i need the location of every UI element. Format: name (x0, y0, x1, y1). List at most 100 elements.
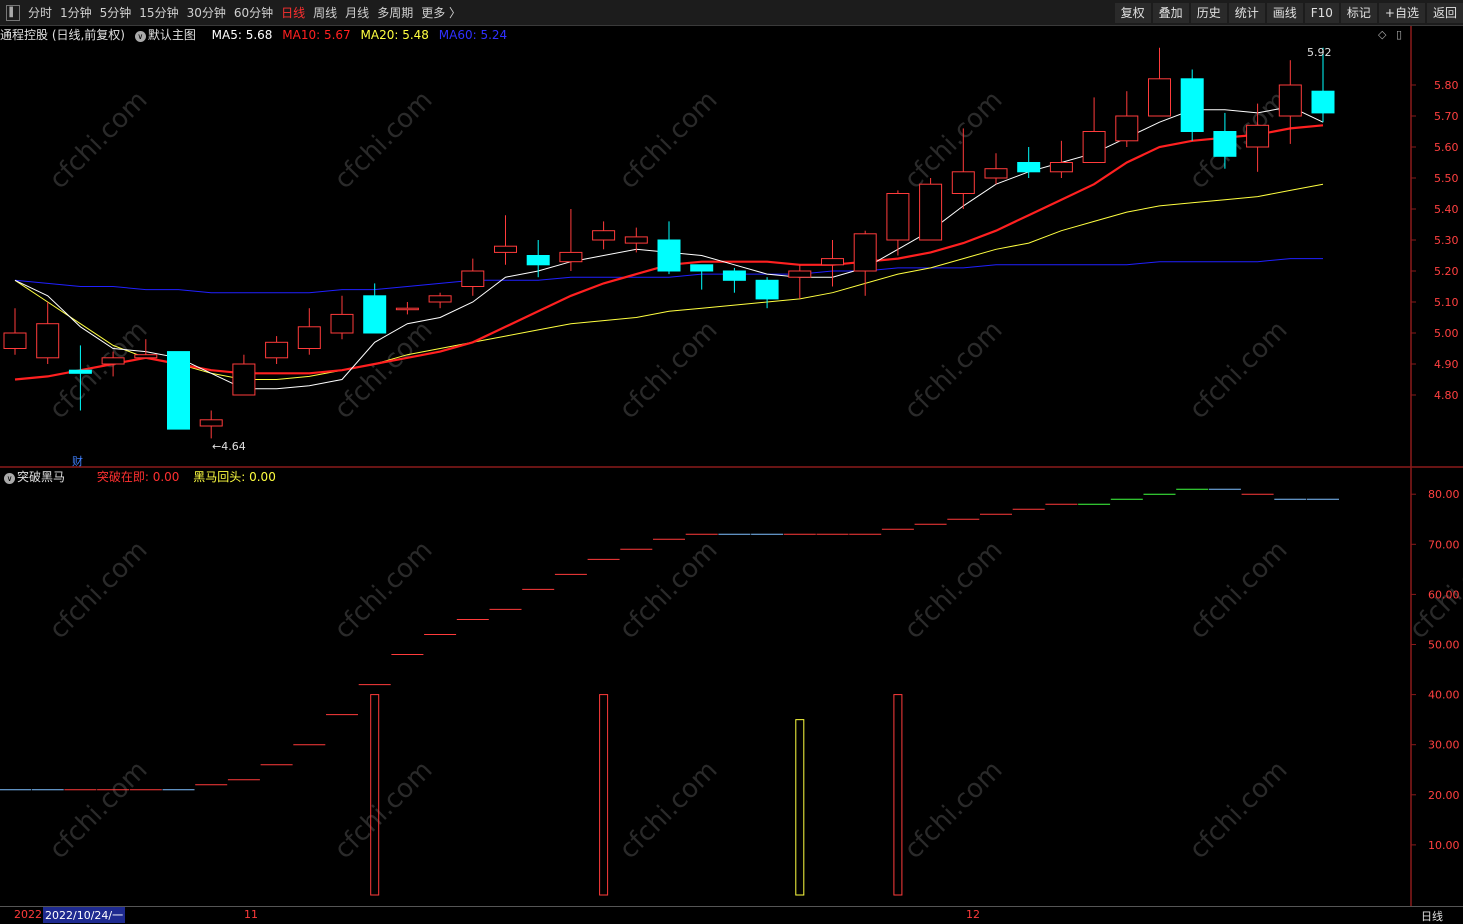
period-tabs: 分时 1分钟 5分钟 15分钟 30分钟 60分钟 日线 周线 月线 多周期 更多 〉 (24, 4, 465, 21)
candle-down (68, 369, 92, 374)
candle-up (330, 313, 354, 334)
window-icon[interactable]: ▯ (1396, 28, 1402, 41)
candle-down (363, 295, 387, 334)
watermark-text: cfchi.com (899, 755, 1009, 865)
watermark-text: cfchi.com (44, 755, 154, 865)
candle-up (232, 363, 256, 396)
period-tab-8[interactable]: 月线 (341, 4, 373, 21)
sub-indicator (0, 488, 1339, 896)
sub-tick-label: 30.00 (1428, 739, 1460, 752)
candle-down (657, 239, 681, 272)
candle-up (428, 295, 452, 303)
watermark-text: cfchi.com (899, 535, 1009, 645)
price-tick-label: 5.50 (1434, 172, 1459, 185)
dark-horse-value: 黑马回头: 0.00 (193, 470, 276, 484)
candle-up (984, 168, 1008, 179)
candle-up (199, 419, 223, 427)
watermark-text: cfchi.com (614, 85, 724, 195)
toolbar-button-8[interactable]: 返回 (1426, 3, 1463, 23)
candle-down (1311, 90, 1335, 114)
watermark-text: cfchi.com (329, 85, 439, 195)
watermark-text: cfchi.com (44, 535, 154, 645)
sub-indicator-select[interactable]: ∨ 突破黑马 (0, 470, 79, 484)
price-tick-label: 5.40 (1434, 203, 1459, 216)
period-tab-9[interactable]: 多周期 (373, 4, 417, 21)
candle-up (1115, 115, 1139, 142)
candle-up (1082, 131, 1106, 163)
candle-up (36, 323, 60, 359)
watermark-text: cfchi.com (44, 85, 154, 195)
candle-up (3, 332, 27, 349)
toolbar-button-3[interactable]: 统计 (1228, 3, 1265, 23)
watermark-text: cfchi.com (899, 85, 1009, 195)
period-toolbar: ▌ 分时 1分钟 5分钟 15分钟 30分钟 60分钟 日线 周线 月线 多周期 更多 〉 复权 叠加… (0, 0, 1463, 26)
toolbar-button-5[interactable]: F10 (1304, 3, 1339, 23)
ma5-value: MA5: 5.68 (211, 28, 273, 42)
price-tick-label: 5.60 (1434, 141, 1459, 154)
candle-up (592, 230, 616, 241)
grid-layer (0, 26, 1463, 906)
period-tab-7[interactable]: 周线 (309, 4, 341, 21)
candle-up (624, 236, 648, 244)
period-tab-3[interactable]: 15分钟 (135, 4, 182, 21)
candle-up (821, 258, 844, 266)
price-tick-label: 5.00 (1434, 327, 1459, 340)
stock-title[interactable]: 通程控股 (日线,前复权) (0, 28, 125, 42)
collapse-icon[interactable]: ▌ (6, 4, 20, 21)
price-tick-label: 5.80 (1434, 79, 1459, 92)
period-tab-6[interactable]: 日线 (277, 4, 309, 21)
watermark-text: cfchi.com (1404, 535, 1463, 645)
candle-down (526, 255, 550, 266)
ma10-line (14, 124, 1324, 381)
watermark-text: cfchi.com (1184, 535, 1294, 645)
candle-up (886, 193, 910, 241)
financial-report-marker[interactable]: 财 (72, 453, 83, 469)
watermark-text: cfchi.com (329, 755, 439, 865)
period-tab-10[interactable]: 更多 〉 (417, 4, 465, 21)
watermark-text: cfchi.com (329, 535, 439, 645)
candle-down (1180, 78, 1204, 133)
watermark-text: cfchi.com (614, 755, 724, 865)
period-tab-0[interactable]: 分时 (24, 4, 56, 21)
ma60-line (14, 258, 1323, 294)
toolbar-button-1[interactable]: 叠加 (1152, 3, 1189, 23)
ma60-value: MA60: 5.24 (438, 28, 508, 42)
toolbar-button-6[interactable]: 标记 (1340, 3, 1377, 23)
period-tab-2[interactable]: 5分钟 (96, 4, 136, 21)
sub-tick-label: 40.00 (1428, 689, 1460, 702)
toolbar-button-2[interactable]: 历史 (1190, 3, 1227, 23)
diamond-icon[interactable]: ◇ (1378, 28, 1386, 41)
candle-up (494, 245, 517, 253)
candle-up (1246, 124, 1270, 148)
candle-down (722, 270, 746, 281)
candle-down (1017, 162, 1041, 173)
kline-chart[interactable]: cfchi.com cfchi.com cfchi.com cfchi.com cfch… (0, 0, 1463, 922)
template-label: 默认主图 (147, 28, 196, 42)
toolbar-button-0[interactable]: 复权 (1114, 3, 1151, 23)
candle-up (395, 307, 419, 311)
watermark-text: cfchi.com (899, 315, 1009, 425)
toolbar-button-7[interactable]: +自选 (1378, 3, 1425, 23)
sub-tick-label: 20.00 (1428, 789, 1460, 802)
candle-up (788, 270, 812, 278)
price-tick-label: 5.70 (1434, 110, 1459, 123)
candle-up (297, 326, 321, 349)
watermark-text: cfchi.com (44, 315, 154, 425)
sub-tick-label: 70.00 (1428, 538, 1460, 551)
date-cursor: 2022/10/24/一 (43, 907, 126, 923)
period-tab-4[interactable]: 30分钟 (183, 4, 230, 21)
period-tab-5[interactable]: 60分钟 (230, 4, 277, 21)
period-tab-1[interactable]: 1分钟 (56, 4, 96, 21)
price-tick-label: 4.90 (1434, 358, 1459, 371)
chevron-down-icon: ∨ (4, 473, 15, 484)
breakthrough-bar (599, 694, 609, 896)
candle-down (167, 351, 190, 430)
toolbar-button-4[interactable]: 画线 (1266, 3, 1303, 23)
high-price-label: 5.92 (1307, 46, 1332, 59)
candle-up (101, 357, 125, 365)
template-select[interactable]: ∨ 默认主图 (134, 28, 206, 42)
watermark-text: cfchi.com (614, 535, 724, 645)
low-price-label: ←4.64 (212, 440, 246, 453)
candle-up (461, 270, 485, 287)
price-tick-label: 5.10 (1434, 296, 1459, 309)
